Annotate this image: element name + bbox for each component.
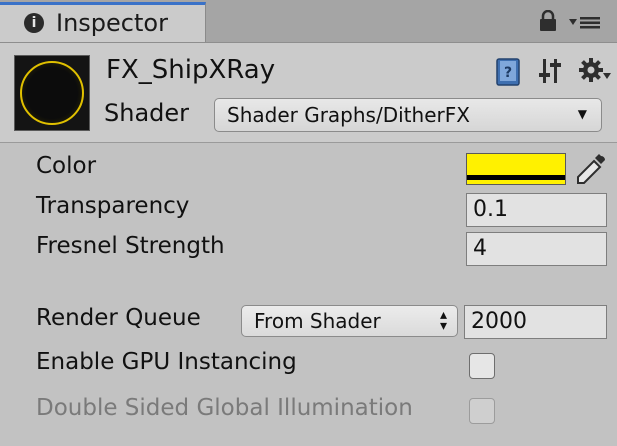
double-sided-gi-checkbox[interactable] — [469, 398, 495, 424]
transparency-label: Transparency — [36, 193, 190, 219]
fresnel-strength-label: Fresnel Strength — [36, 233, 225, 259]
double-sided-gi-label: Double Sided Global Illumination — [36, 395, 413, 421]
render-queue-label: Render Queue — [36, 305, 201, 331]
lock-icon[interactable] — [538, 10, 558, 32]
material-name: FX_ShipXRay — [106, 55, 276, 85]
shader-label: Shader — [104, 99, 190, 127]
tab-menu-icon[interactable] — [568, 14, 602, 30]
settings-gear-icon[interactable] — [578, 57, 612, 85]
info-icon: i — [24, 13, 44, 33]
shader-dropdown[interactable]: Shader Graphs/DitherFX ▼ — [214, 98, 602, 132]
eyedropper-icon[interactable] — [574, 152, 608, 186]
material-header: FX_ShipXRay ? Shader Shader Graphs/Dithe… — [0, 43, 617, 143]
color-label: Color — [36, 153, 97, 179]
preset-sliders-icon[interactable] — [538, 57, 564, 85]
render-queue-field[interactable]: 2000 — [464, 305, 607, 339]
color-alpha-bar — [467, 175, 565, 180]
help-book-icon[interactable]: ? — [494, 57, 524, 87]
dropdown-arrow-icon: ▼ — [577, 107, 587, 121]
tab-bar: i Inspector — [0, 0, 617, 43]
material-properties: Color Transparency 0.1 Fresnel Strength … — [0, 143, 617, 446]
tab-inspector[interactable]: i Inspector — [0, 2, 206, 42]
gpu-instancing-label: Enable GPU Instancing — [36, 349, 297, 375]
preview-sphere — [20, 61, 84, 125]
render-queue-mode: From Shader — [254, 309, 381, 333]
transparency-field[interactable]: 0.1 — [466, 193, 607, 227]
tab-title: Inspector — [56, 9, 168, 37]
shader-dropdown-value: Shader Graphs/DitherFX — [227, 103, 470, 127]
color-field[interactable] — [466, 153, 566, 185]
updown-arrow-icon: ▴ ▾ — [439, 307, 447, 334]
render-queue-dropdown[interactable]: From Shader ▴ ▾ — [241, 305, 458, 337]
fresnel-strength-field[interactable]: 4 — [466, 232, 607, 266]
gpu-instancing-checkbox[interactable] — [469, 353, 495, 379]
svg-text:?: ? — [504, 65, 512, 81]
material-preview — [14, 55, 90, 131]
